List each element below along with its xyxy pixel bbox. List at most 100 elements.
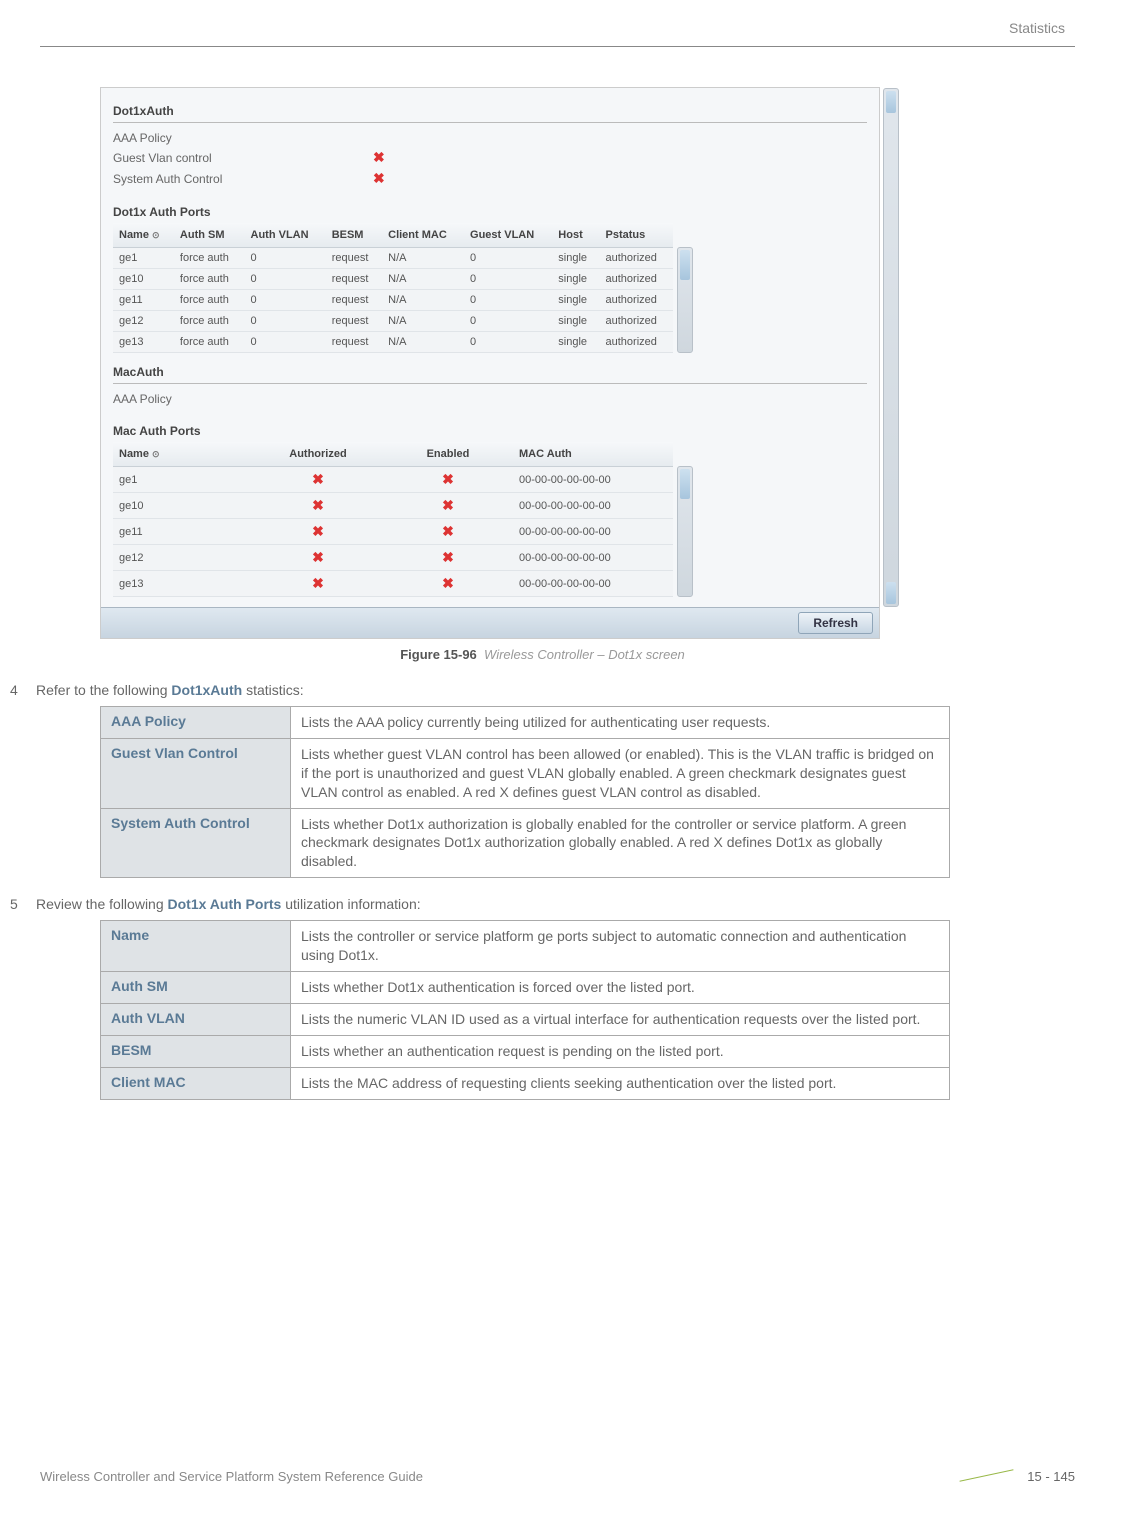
sort-icon: ⊙ bbox=[152, 449, 160, 459]
table-row[interactable]: ge1force auth0requestN/A0singleauthorize… bbox=[113, 248, 673, 269]
step-5: 5 Review the following Dot1x Auth Ports … bbox=[10, 896, 1075, 912]
col-host[interactable]: Host bbox=[552, 223, 599, 248]
macauth-aaa-label: AAA Policy bbox=[113, 392, 373, 406]
term-cell: System Auth Control bbox=[101, 808, 291, 878]
table-row[interactable]: ge13✖✖00-00-00-00-00-00 bbox=[113, 571, 673, 597]
desc-cell: Lists the numeric VLAN ID used as a virt… bbox=[291, 1003, 950, 1035]
cell-authorized: ✖ bbox=[253, 545, 383, 571]
aaa-policy-label: AAA Policy bbox=[113, 131, 373, 145]
col-name[interactable]: Name ⊙ bbox=[113, 223, 174, 248]
col-macauth[interactable]: MAC Auth bbox=[513, 442, 673, 467]
scroll-down-icon[interactable] bbox=[886, 582, 896, 604]
table-row[interactable]: ge12force auth0requestN/A0singleauthoriz… bbox=[113, 311, 673, 332]
table-row: Client MACLists the MAC address of reque… bbox=[101, 1067, 950, 1099]
table-row[interactable]: ge11force auth0requestN/A0singleauthoriz… bbox=[113, 290, 673, 311]
cell-besm: request bbox=[326, 332, 382, 353]
cell-name: ge11 bbox=[113, 290, 174, 311]
macports-scrollbar[interactable] bbox=[677, 466, 693, 597]
header-topic: Statistics bbox=[10, 20, 1075, 36]
cell-authsm: force auth bbox=[174, 311, 245, 332]
term-cell: AAA Policy bbox=[101, 707, 291, 739]
cell-macauth: 00-00-00-00-00-00 bbox=[513, 545, 673, 571]
col-clientmac[interactable]: Client MAC bbox=[382, 223, 464, 248]
table-row[interactable]: ge1✖✖00-00-00-00-00-00 bbox=[113, 467, 673, 493]
cell-authorized: ✖ bbox=[253, 493, 383, 519]
cell-authvlan: 0 bbox=[245, 311, 326, 332]
panel-scrollbar[interactable] bbox=[883, 88, 899, 607]
x-icon: ✖ bbox=[373, 149, 385, 166]
cell-authsm: force auth bbox=[174, 332, 245, 353]
desc-cell: Lists whether an authentication request … bbox=[291, 1035, 950, 1067]
scrollbar-thumb[interactable] bbox=[680, 250, 690, 280]
cell-host: single bbox=[552, 332, 599, 353]
desc-cell: Lists the MAC address of requesting clie… bbox=[291, 1067, 950, 1099]
dot1xauth-def-table: AAA PolicyLists the AAA policy currently… bbox=[100, 706, 950, 878]
x-icon: ✖ bbox=[312, 549, 324, 565]
cell-guestvlan: 0 bbox=[464, 290, 552, 311]
authports-scrollbar[interactable] bbox=[677, 247, 693, 353]
footer-guide: Wireless Controller and Service Platform… bbox=[40, 1469, 423, 1484]
scroll-up-icon[interactable] bbox=[886, 91, 896, 113]
table-row: Guest Vlan ControlLists whether guest VL… bbox=[101, 738, 950, 808]
macauth-title: MacAuth bbox=[113, 365, 867, 379]
macports-table: Name ⊙ Authorized Enabled MAC Auth ge1✖✖… bbox=[113, 442, 673, 597]
cell-authvlan: 0 bbox=[245, 248, 326, 269]
table-row[interactable]: ge13force auth0requestN/A0singleauthoriz… bbox=[113, 332, 673, 353]
col-pstatus[interactable]: Pstatus bbox=[600, 223, 673, 248]
cell-pstatus: authorized bbox=[600, 311, 673, 332]
col-besm[interactable]: BESM bbox=[326, 223, 382, 248]
col-enabled[interactable]: Enabled bbox=[383, 442, 513, 467]
scrollbar-thumb[interactable] bbox=[680, 469, 690, 499]
table-row[interactable]: ge10force auth0requestN/A0singleauthoriz… bbox=[113, 269, 673, 290]
cell-authorized: ✖ bbox=[253, 467, 383, 493]
desc-cell: Lists the controller or service platform… bbox=[291, 921, 950, 972]
authports-def-table: NameLists the controller or service plat… bbox=[100, 920, 950, 1099]
cell-clientmac: N/A bbox=[382, 269, 464, 290]
cell-besm: request bbox=[326, 248, 382, 269]
col-authvlan[interactable]: Auth VLAN bbox=[245, 223, 326, 248]
cell-authvlan: 0 bbox=[245, 269, 326, 290]
guest-vlan-row: Guest Vlan control ✖ bbox=[113, 147, 867, 168]
col-authorized[interactable]: Authorized bbox=[253, 442, 383, 467]
refresh-button[interactable]: Refresh bbox=[798, 612, 873, 634]
cell-host: single bbox=[552, 311, 599, 332]
cell-enabled: ✖ bbox=[383, 493, 513, 519]
sys-auth-row: System Auth Control ✖ bbox=[113, 168, 867, 189]
term-cell: Auth SM bbox=[101, 972, 291, 1004]
cell-name: ge1 bbox=[113, 467, 253, 493]
table-row: NameLists the controller or service plat… bbox=[101, 921, 950, 972]
table-row: Auth SMLists whether Dot1x authenticatio… bbox=[101, 972, 950, 1004]
col-authsm[interactable]: Auth SM bbox=[174, 223, 245, 248]
macauth-aaa-row: AAA Policy bbox=[113, 390, 867, 408]
aaa-policy-row: AAA Policy bbox=[113, 129, 867, 147]
cell-pstatus: authorized bbox=[600, 248, 673, 269]
cell-pstatus: authorized bbox=[600, 290, 673, 311]
table-row[interactable]: ge11✖✖00-00-00-00-00-00 bbox=[113, 519, 673, 545]
cell-authsm: force auth bbox=[174, 248, 245, 269]
cell-name: ge13 bbox=[113, 332, 174, 353]
cell-besm: request bbox=[326, 290, 382, 311]
cell-authorized: ✖ bbox=[253, 571, 383, 597]
table-row: BESMLists whether an authentication requ… bbox=[101, 1035, 950, 1067]
cell-name: ge10 bbox=[113, 269, 174, 290]
x-icon: ✖ bbox=[442, 523, 454, 539]
table-row: AAA PolicyLists the AAA policy currently… bbox=[101, 707, 950, 739]
cell-guestvlan: 0 bbox=[464, 332, 552, 353]
cell-clientmac: N/A bbox=[382, 248, 464, 269]
col-guestvlan[interactable]: Guest VLAN bbox=[464, 223, 552, 248]
term-cell: Auth VLAN bbox=[101, 1003, 291, 1035]
table-row[interactable]: ge12✖✖00-00-00-00-00-00 bbox=[113, 545, 673, 571]
cell-pstatus: authorized bbox=[600, 269, 673, 290]
x-icon: ✖ bbox=[442, 497, 454, 513]
cell-name: ge10 bbox=[113, 493, 253, 519]
screenshot-panel: Dot1xAuth AAA Policy Guest Vlan control … bbox=[100, 87, 880, 639]
cell-clientmac: N/A bbox=[382, 311, 464, 332]
cell-authorized: ✖ bbox=[253, 519, 383, 545]
cell-host: single bbox=[552, 248, 599, 269]
table-row[interactable]: ge10✖✖00-00-00-00-00-00 bbox=[113, 493, 673, 519]
cell-authsm: force auth bbox=[174, 290, 245, 311]
term-cell: BESM bbox=[101, 1035, 291, 1067]
macports-title: Mac Auth Ports bbox=[113, 424, 867, 438]
x-icon: ✖ bbox=[373, 170, 385, 187]
col-name2[interactable]: Name ⊙ bbox=[113, 442, 253, 467]
